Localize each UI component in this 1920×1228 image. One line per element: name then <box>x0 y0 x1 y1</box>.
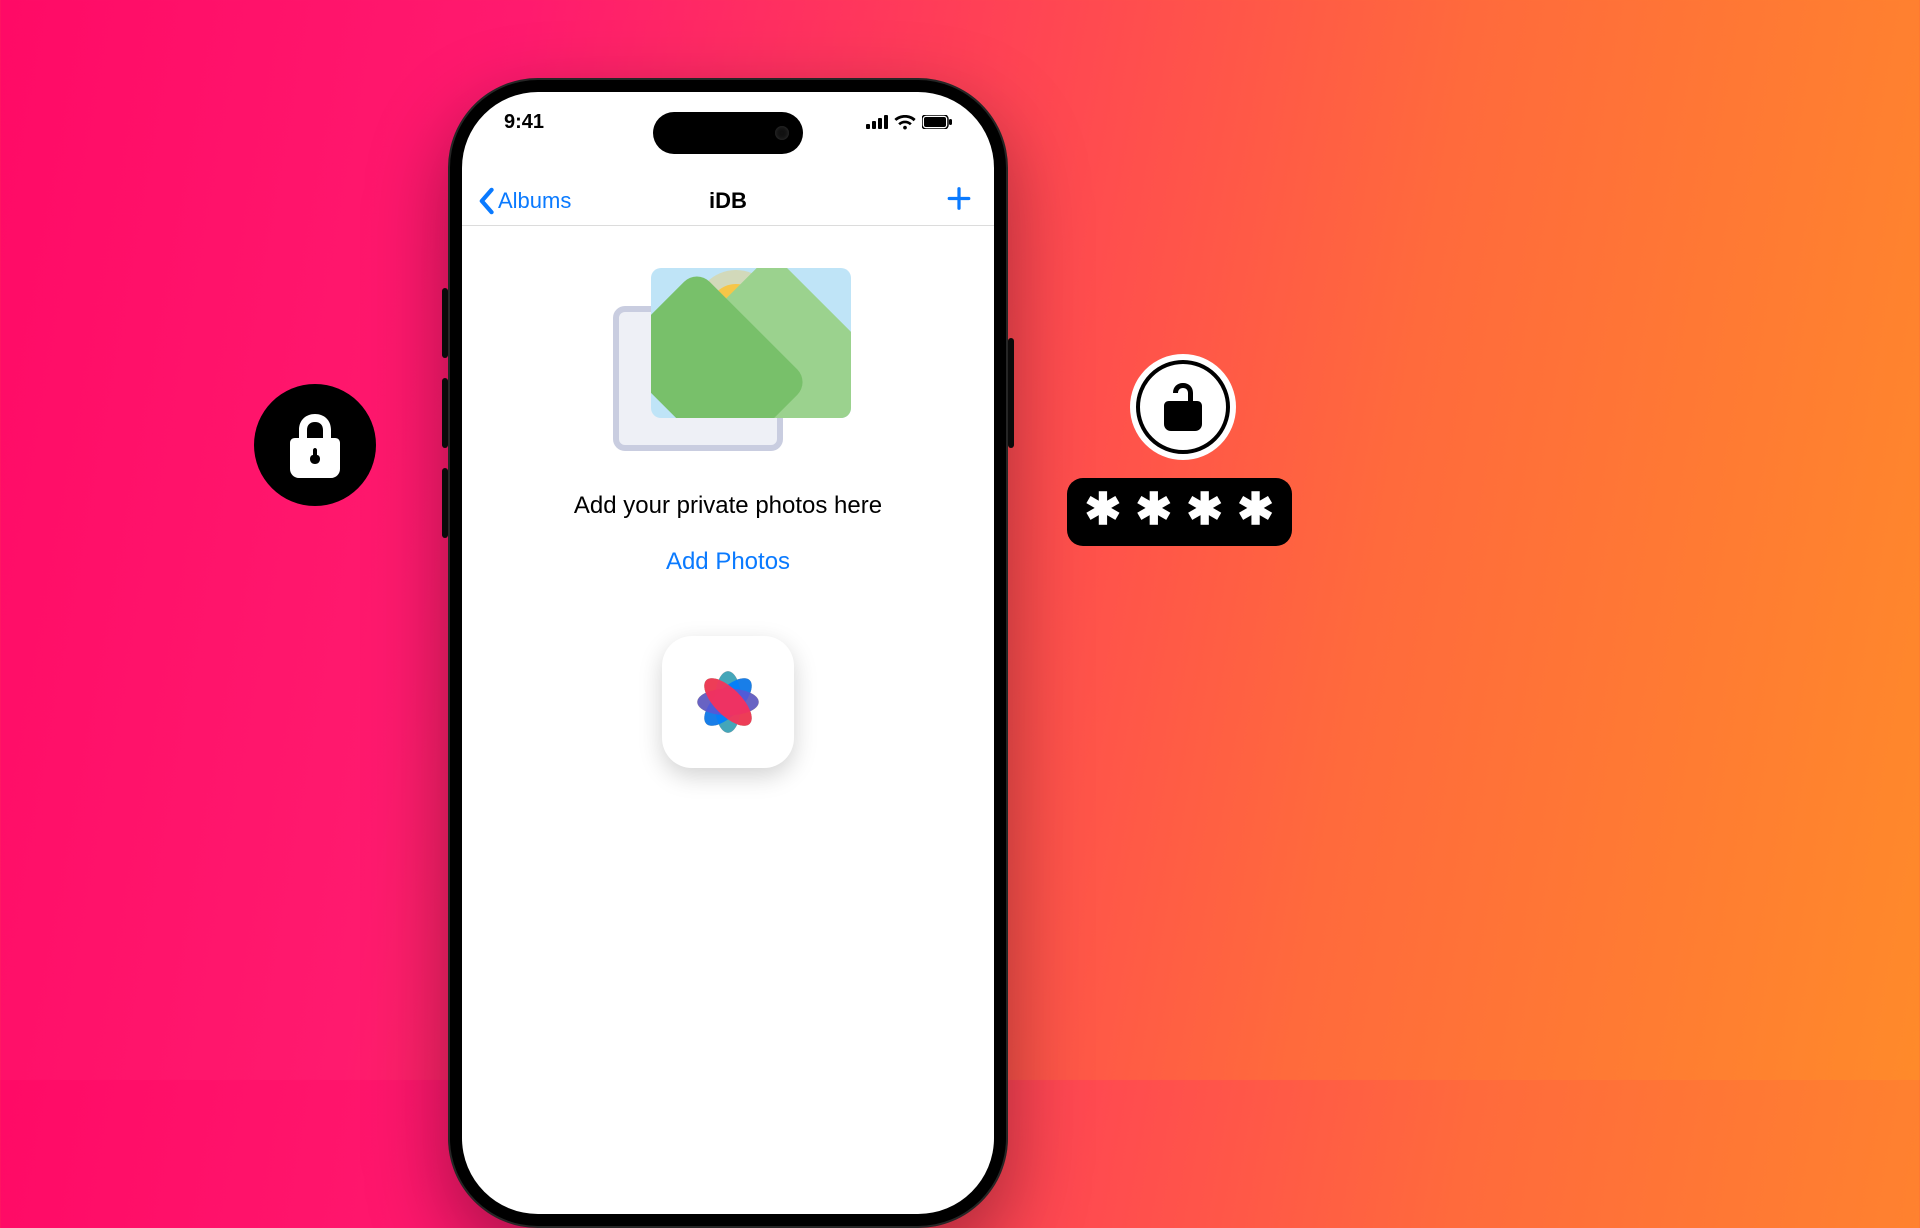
password-mask: ✱ ✱ ✱ ✱ <box>1067 478 1293 546</box>
lock-icon <box>254 384 376 506</box>
battery-icon <box>922 115 952 129</box>
mask-char: ✱ <box>1237 488 1274 532</box>
add-button[interactable] <box>946 185 972 216</box>
back-label: Albums <box>498 188 571 214</box>
nav-bar: Albums iDB <box>462 176 994 226</box>
mask-char: ✱ <box>1186 488 1223 532</box>
status-time: 9:41 <box>504 111 544 134</box>
cellular-icon <box>866 115 888 129</box>
mask-char: ✱ <box>1085 488 1122 532</box>
plus-icon <box>946 185 972 211</box>
empty-album-state: Add your private photos here Add Photos <box>462 242 994 1214</box>
status-indicators <box>866 114 952 130</box>
chevron-left-icon <box>476 187 496 215</box>
page-title: iDB <box>709 188 747 214</box>
lock-closed-icon <box>287 412 343 478</box>
empty-photo-illustration <box>613 268 843 458</box>
wifi-icon <box>894 114 916 130</box>
lock-open-icon <box>1160 379 1206 435</box>
add-photos-button[interactable]: Add Photos <box>666 548 790 576</box>
back-button[interactable]: Albums <box>476 187 571 215</box>
dynamic-island <box>653 112 803 154</box>
empty-heading: Add your private photos here <box>574 492 882 520</box>
iphone-screen: 9:41 <box>462 92 994 1214</box>
iphone-frame: 9:41 <box>448 78 1008 1228</box>
unlock-icon <box>1130 354 1236 460</box>
photos-app-icon <box>662 636 794 768</box>
mask-char: ✱ <box>1135 488 1172 532</box>
